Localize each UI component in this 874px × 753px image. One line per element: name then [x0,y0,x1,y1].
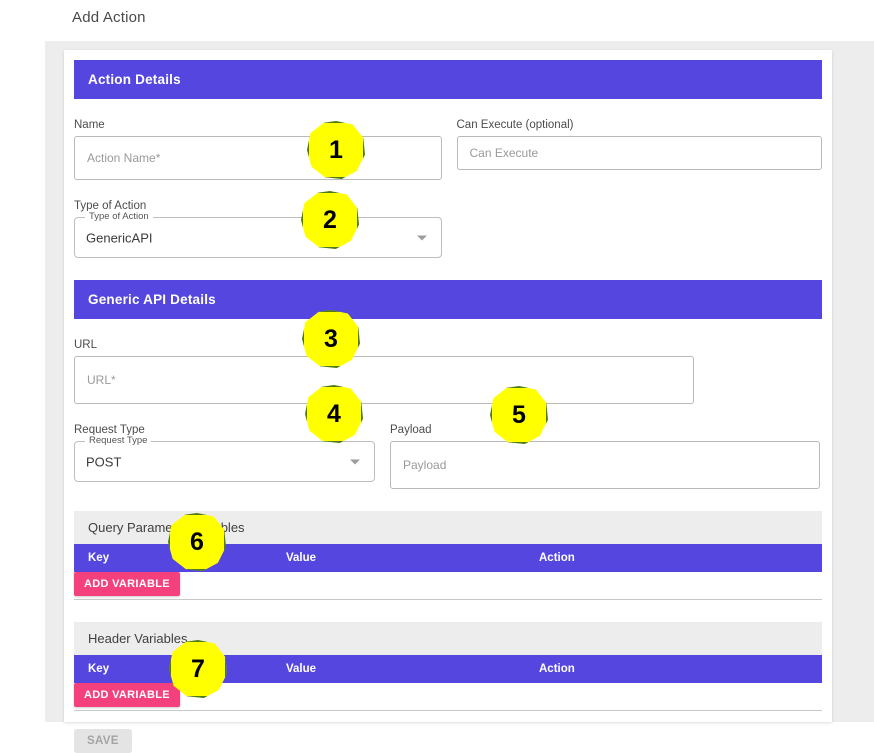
type-of-action-select[interactable]: Type of Action GenericAPI [74,211,442,258]
generic-api-row-1: URL URL* [74,339,822,404]
name-field-group: Name Action Name* [74,119,442,180]
url-placeholder: URL* [87,373,116,387]
type-of-action-field-group: Type of Action Type of Action GenericAPI [74,200,442,258]
name-label: Name [74,119,105,131]
type-of-action-value: GenericAPI [86,230,153,245]
url-input[interactable]: URL* [74,356,694,404]
save-button[interactable]: SAVE [74,729,132,753]
add-action-form-card: Action Details Name Action Name* Can Exe… [64,50,832,753]
column-header-value: Value [286,552,317,564]
can-execute-input[interactable]: Can Execute [456,136,822,170]
header-add-variable-button[interactable]: ADD VARIABLE [74,683,180,707]
name-input[interactable]: Action Name* [74,136,442,180]
request-type-value: POST [86,454,122,469]
query-add-variable-button[interactable]: ADD VARIABLE [74,572,180,596]
column-header-action: Action [539,552,575,564]
action-details-row-1: Name Action Name* Can Execute (optional)… [74,119,822,180]
payload-placeholder: Payload [403,458,447,472]
chevron-down-icon[interactable] [417,235,427,240]
chevron-down-icon[interactable] [350,459,360,464]
can-execute-label: Can Execute (optional) [456,119,574,131]
column-header-action: Action [539,663,575,675]
can-execute-field-group: Can Execute (optional) Can Execute [456,119,822,180]
request-type-legend: Request Type [85,435,152,447]
column-header-value: Value [286,663,317,675]
query-parameter-variables-table-body: ADD VARIABLE [74,572,822,600]
payload-label: Payload [390,424,432,436]
payload-field-group: Payload Payload [390,424,820,489]
url-field-group: URL URL* [74,339,694,404]
page-title: Add Action [72,9,146,26]
type-of-action-legend: Type of Action [85,211,153,223]
section-banner-action-details: Action Details [74,60,822,99]
action-details-row-2: Type of Action Type of Action GenericAPI [74,200,822,258]
generic-api-row-2: Request Type Request Type POST Payload P… [74,424,822,489]
payload-input[interactable]: Payload [390,441,820,489]
can-execute-placeholder: Can Execute [469,146,539,160]
url-label: URL [74,339,98,351]
section-banner-generic-api-details: Generic API Details [74,280,822,319]
request-type-select[interactable]: Request Type POST [74,435,375,482]
name-placeholder: Action Name* [87,151,161,165]
